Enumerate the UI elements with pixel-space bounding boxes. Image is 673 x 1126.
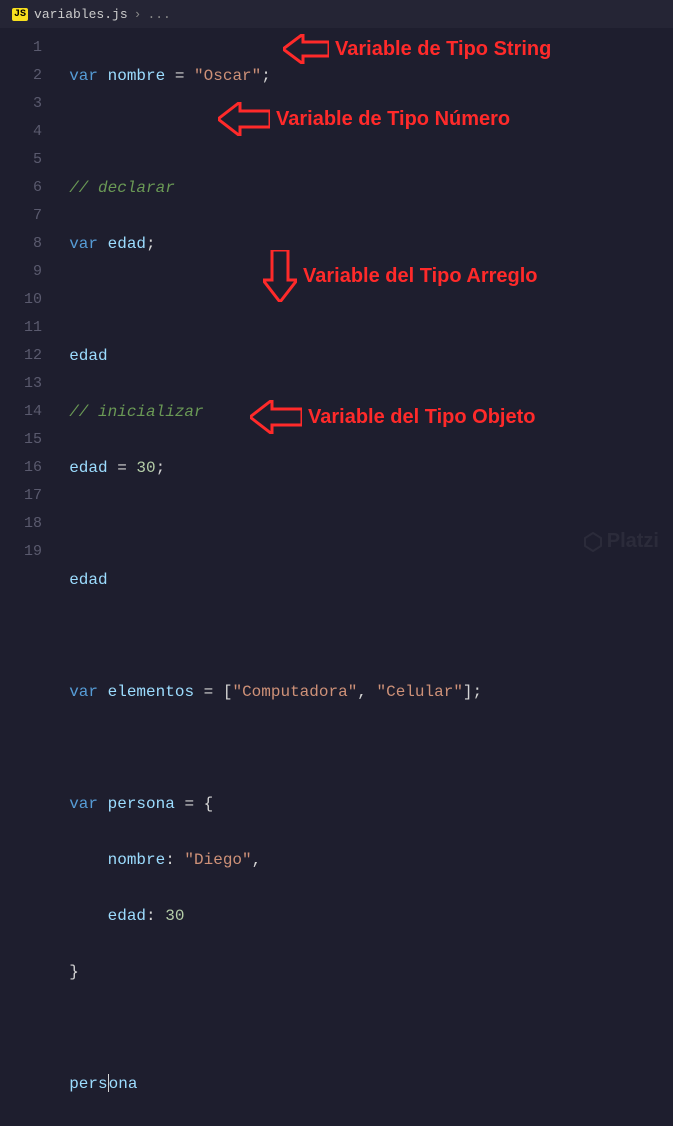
semicolon: ; <box>156 459 166 477</box>
line-number: 15 <box>0 426 42 454</box>
keyword: var <box>69 795 98 813</box>
code-line[interactable] <box>50 622 482 650</box>
operator: = <box>175 795 204 813</box>
number-literal: 30 <box>136 459 155 477</box>
line-number: 9 <box>0 258 42 286</box>
code-line[interactable] <box>50 510 482 538</box>
comma: , <box>252 851 262 869</box>
identifier: edad <box>69 459 107 477</box>
text-cursor <box>108 1074 109 1092</box>
code-line[interactable]: var elementos = ["Computadora", "Celular… <box>50 678 482 706</box>
code-line[interactable] <box>50 118 482 146</box>
colon: : <box>146 907 165 925</box>
keyword: var <box>69 235 98 253</box>
line-number: 14 <box>0 398 42 426</box>
watermark: Platzi <box>583 530 659 553</box>
operator: = <box>194 683 223 701</box>
identifier: elementos <box>108 683 194 701</box>
bracket-open: [ <box>223 683 233 701</box>
identifier: edad <box>69 347 107 365</box>
identifier: edad <box>69 571 107 589</box>
line-number: 10 <box>0 286 42 314</box>
file-badge: JS <box>12 8 28 21</box>
brace-open: { <box>204 795 214 813</box>
semicolon: ; <box>146 235 156 253</box>
string-literal: "Celular" <box>377 683 463 701</box>
code-line[interactable]: edad = 30; <box>50 454 482 482</box>
comma: , <box>357 683 376 701</box>
line-number: 18 <box>0 510 42 538</box>
colon: : <box>165 851 184 869</box>
keyword: var <box>69 67 98 85</box>
operator: = <box>165 67 194 85</box>
code-line[interactable]: nombre: "Diego", <box>50 846 482 874</box>
comment: // inicializar <box>69 403 203 421</box>
watermark-text: Platzi <box>607 530 659 553</box>
brace-close: } <box>69 963 79 981</box>
code-line[interactable] <box>50 734 482 762</box>
code-line[interactable]: var nombre = "Oscar"; <box>50 62 482 90</box>
identifier: persona <box>108 795 175 813</box>
code-line[interactable]: } <box>50 958 482 986</box>
property: edad <box>108 907 146 925</box>
line-number: 5 <box>0 146 42 174</box>
identifier: edad <box>108 235 146 253</box>
string-literal: "Diego" <box>184 851 251 869</box>
line-number: 13 <box>0 370 42 398</box>
string-literal: "Oscar" <box>194 67 261 85</box>
identifier: nombre <box>108 67 166 85</box>
tab-bar: JS variables.js › ... <box>0 0 673 28</box>
code-line[interactable]: var edad; <box>50 230 482 258</box>
semicolon: ; <box>473 683 483 701</box>
line-number: 11 <box>0 314 42 342</box>
code-line[interactable] <box>50 286 482 314</box>
line-number: 3 <box>0 90 42 118</box>
line-number: 6 <box>0 174 42 202</box>
code-line[interactable]: edad: 30 <box>50 902 482 930</box>
semicolon: ; <box>261 67 271 85</box>
number-literal: 30 <box>165 907 184 925</box>
code-editor[interactable]: 1 2 3 4 5 6 7 8 9 10 11 12 13 14 15 16 1… <box>0 28 673 563</box>
line-number: 2 <box>0 62 42 90</box>
operator: = <box>108 459 137 477</box>
code-line[interactable]: // declarar <box>50 174 482 202</box>
code-line[interactable]: // inicializar <box>50 398 482 426</box>
line-number: 12 <box>0 342 42 370</box>
property: nombre <box>108 851 166 869</box>
line-number: 16 <box>0 454 42 482</box>
line-number: 7 <box>0 202 42 230</box>
code-line[interactable]: var persona = { <box>50 790 482 818</box>
platzi-logo-icon <box>583 532 603 552</box>
code-line[interactable]: edad <box>50 566 482 594</box>
breadcrumb-rest: ... <box>147 7 170 22</box>
bracket-close: ] <box>463 683 473 701</box>
identifier: persona <box>69 1075 137 1093</box>
line-number: 17 <box>0 482 42 510</box>
line-number: 8 <box>0 230 42 258</box>
breadcrumb-sep: › <box>134 7 142 22</box>
code-line[interactable]: edad <box>50 342 482 370</box>
line-number: 1 <box>0 34 42 62</box>
line-number-gutter: 1 2 3 4 5 6 7 8 9 10 11 12 13 14 15 16 1… <box>0 28 50 563</box>
tab-filename[interactable]: variables.js <box>34 7 128 22</box>
string-literal: "Computadora" <box>232 683 357 701</box>
code-line[interactable] <box>50 1014 482 1042</box>
line-number: 19 <box>0 538 42 566</box>
comment: // declarar <box>69 179 175 197</box>
keyword: var <box>69 683 98 701</box>
code-line[interactable]: persona <box>50 1070 482 1098</box>
line-number: 4 <box>0 118 42 146</box>
code-area[interactable]: var nombre = "Oscar"; // declarar var ed… <box>50 28 482 563</box>
